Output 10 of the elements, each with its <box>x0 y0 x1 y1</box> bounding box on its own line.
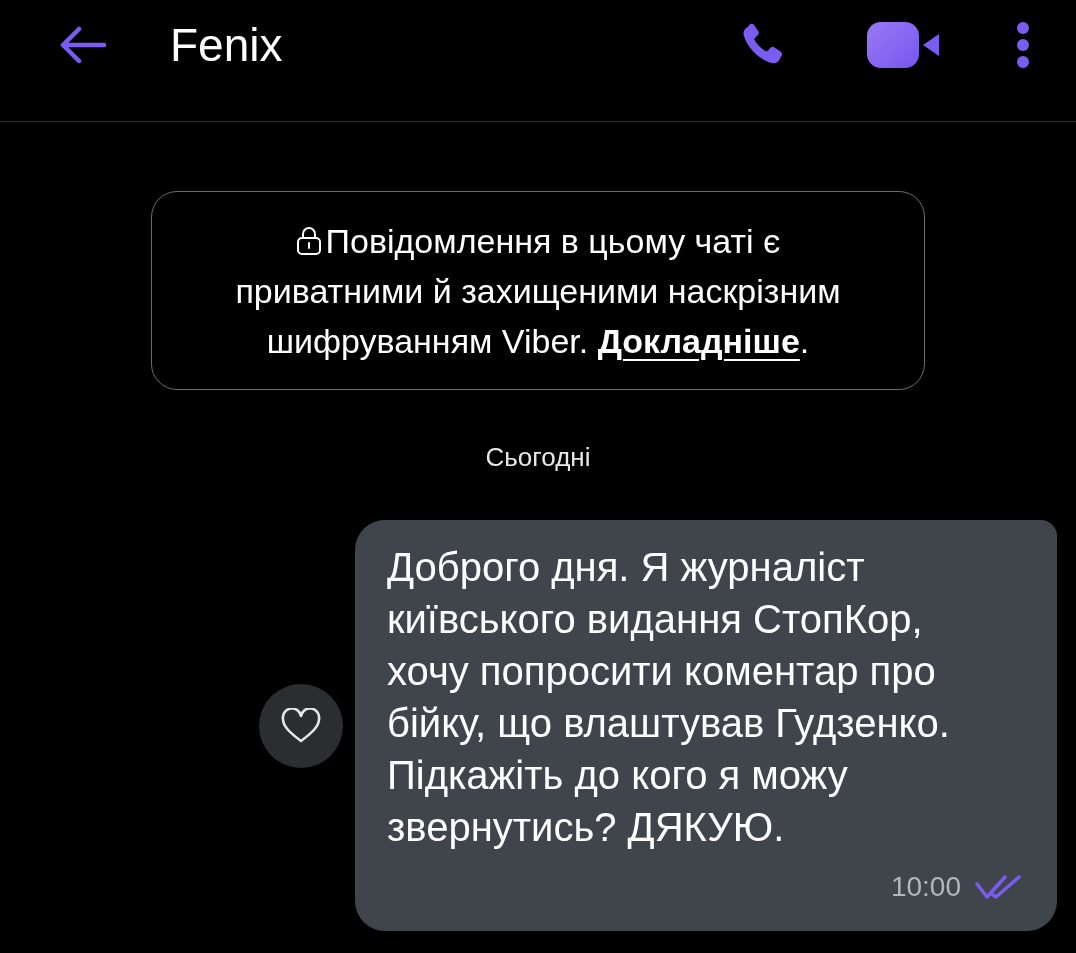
message-time: 10:00 <box>890 870 961 904</box>
date-divider: Сьогодні <box>485 441 591 474</box>
message-text: Доброго дня. Я журналіст київського видання СтопКор, хочу попросити коментар про бійку, що влаштував Гудзенко. Підкажіть до кого я можу звернутись? ДЯКУЮ. <box>387 544 951 851</box>
encryption-notice-text: Повідомлення в цьому чаті є приватними й захищеними наскрізним шифруванням Viber. Докладніше. <box>234 220 842 362</box>
chat-title: Fenix <box>170 18 283 73</box>
lock-icon <box>295 226 322 255</box>
learn-more-link[interactable]: Докладніше <box>597 321 800 360</box>
video-camera-icon <box>867 22 941 68</box>
more-menu-icon <box>1016 21 1030 69</box>
back-arrow-icon <box>60 26 106 64</box>
